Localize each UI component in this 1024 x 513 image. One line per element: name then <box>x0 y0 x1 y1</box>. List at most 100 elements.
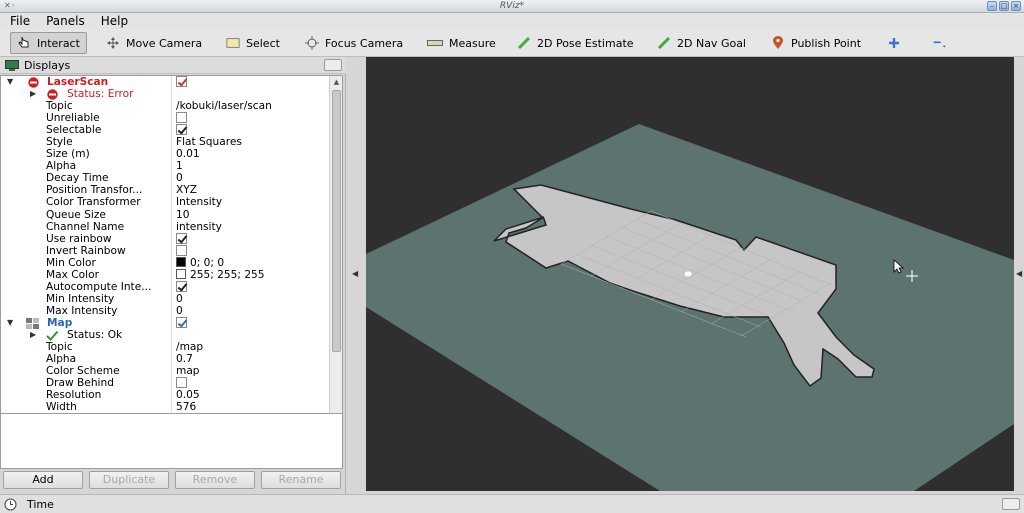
left-splitter[interactable]: ◀ <box>349 57 364 491</box>
property-row[interactable]: Queue Size 10 <box>1 209 330 221</box>
property-row[interactable]: Invert Rainbow <box>1 244 330 257</box>
property-checkbox[interactable] <box>176 377 187 389</box>
tool-2d-nav-goal[interactable]: 2D Nav Goal <box>651 32 752 54</box>
property-value[interactable]: 0 <box>176 172 183 184</box>
property-value[interactable]: map <box>176 365 200 377</box>
property-row[interactable]: Min Color 0; 0; 0 <box>1 256 330 269</box>
property-row[interactable]: Selectable <box>1 124 330 136</box>
property-row[interactable]: Decay Time 0 <box>1 172 330 184</box>
property-row[interactable]: Use rainbow <box>1 232 330 245</box>
tree-scrollbar[interactable]: ▲ ▼ <box>329 76 342 467</box>
property-row[interactable]: Style Flat Squares <box>1 136 330 148</box>
property-checkbox[interactable] <box>176 280 187 293</box>
property-name: Width <box>46 401 77 414</box>
display-map[interactable]: ▼ Map <box>1 316 330 329</box>
minimize-icon[interactable]: – <box>987 1 997 11</box>
menu-panels[interactable]: Panels <box>36 13 91 29</box>
scroll-thumb[interactable] <box>332 90 341 352</box>
property-row[interactable]: Topic/kobuki/laser/scan <box>1 100 330 112</box>
property-value[interactable]: 0 <box>176 293 183 305</box>
property-row[interactable]: Max Color 255; 255; 255 <box>1 268 330 281</box>
property-name: Topic <box>46 341 73 354</box>
laserscan-status[interactable]: ▶ Status: Error <box>1 88 330 100</box>
property-row[interactable]: Alpha 1 <box>1 160 330 172</box>
property-value[interactable]: /map <box>176 341 203 353</box>
property-row[interactable]: Width 576 <box>1 401 330 413</box>
property-value[interactable]: Intensity <box>176 196 222 208</box>
property-value[interactable]: XYZ <box>176 184 197 196</box>
property-value[interactable]: 0.7 <box>176 353 193 365</box>
property-value[interactable]: 0 <box>176 305 183 317</box>
property-name: Unreliable <box>46 112 100 125</box>
property-name: Position Transfor... <box>46 184 143 197</box>
tool-move-camera[interactable]: Move Camera <box>100 32 208 54</box>
property-value[interactable]: 0; 0; 0 <box>176 256 224 269</box>
property-row[interactable]: Max Intensity 0 <box>1 305 330 317</box>
property-row[interactable]: Autocompute Inte... <box>1 280 330 293</box>
map-status[interactable]: ▶ Status: Ok <box>1 329 330 341</box>
property-value[interactable]: 0.01 <box>176 148 200 160</box>
maximize-icon[interactable]: □ <box>999 1 1009 11</box>
property-row[interactable]: Resolution 0.05 <box>1 389 330 401</box>
tool-publish-point[interactable]: Publish Point <box>765 32 867 54</box>
property-value[interactable]: 10 <box>176 209 189 221</box>
collapse-left-icon[interactable]: ◀ <box>352 269 358 278</box>
property-checkbox[interactable] <box>176 112 187 124</box>
property-checkbox[interactable] <box>176 244 187 257</box>
property-row[interactable]: Size (m) 0.01 <box>1 148 330 160</box>
expand-arrow-icon[interactable]: ▶ <box>30 329 36 341</box>
expand-right-icon[interactable]: ◀ <box>1016 269 1022 278</box>
tool-measure[interactable]: Measure <box>421 32 502 54</box>
undock-button[interactable] <box>324 59 342 71</box>
duplicate-button[interactable]: Duplicate <box>89 471 169 489</box>
property-checkbox[interactable] <box>176 124 187 136</box>
property-value[interactable]: intensity <box>176 221 222 233</box>
property-value[interactable]: 1 <box>176 160 183 172</box>
remove-button[interactable]: Remove <box>175 471 255 489</box>
property-checkbox[interactable] <box>176 232 187 245</box>
property-row[interactable]: Position Transfor... XYZ <box>1 184 330 196</box>
property-name: Queue Size <box>46 208 106 221</box>
expand-arrow-icon[interactable]: ▼ <box>7 317 13 329</box>
property-value-text: 10 <box>176 208 190 221</box>
display-laserscan[interactable]: ▼ LaserScan <box>1 76 330 88</box>
property-value[interactable]: 576 <box>176 401 196 413</box>
menu-help[interactable]: Help <box>91 13 134 29</box>
property-row[interactable]: Color Transformer Intensity <box>1 196 330 208</box>
undock-time-button[interactable] <box>1002 498 1020 510</box>
property-value[interactable]: /kobuki/laser/scan <box>176 100 272 112</box>
property-row[interactable]: Draw Behind <box>1 377 330 389</box>
property-row[interactable]: Topic/map <box>1 341 330 353</box>
menu-file[interactable]: File <box>0 13 36 29</box>
displays-tree[interactable]: ▼ LaserScan ▶ Status: Error Topic/kobuki… <box>0 75 343 468</box>
add-tool-button[interactable] <box>881 32 907 54</box>
add-button[interactable]: Add <box>3 471 83 489</box>
property-row[interactable]: Min Intensity 0 <box>1 293 330 305</box>
property-row[interactable]: Channel Name intensity <box>1 221 330 233</box>
expand-arrow-icon[interactable]: ▼ <box>7 76 13 88</box>
window-title: RViz* <box>499 1 525 11</box>
property-value[interactable]: Flat Squares <box>176 136 242 148</box>
close-icon[interactable]: × <box>1011 1 1021 11</box>
property-value-text: Intensity <box>176 196 223 209</box>
laserscan-enabled-checkbox[interactable] <box>176 76 187 88</box>
3d-viewport[interactable] <box>366 57 1014 491</box>
property-value[interactable]: 255; 255; 255 <box>176 268 265 281</box>
property-row[interactable]: Color Scheme map <box>1 365 330 377</box>
expand-arrow-icon[interactable]: ▶ <box>30 88 36 100</box>
property-row[interactable]: Alpha 0.7 <box>1 353 330 365</box>
tool-focus-camera[interactable]: Focus Camera <box>299 32 409 54</box>
nav-goal-icon <box>657 36 671 50</box>
property-value[interactable]: 0.05 <box>176 389 200 401</box>
scroll-up-icon[interactable]: ▲ <box>331 77 342 88</box>
rename-button[interactable]: Rename <box>261 471 341 489</box>
error-icon <box>47 89 58 100</box>
property-row[interactable]: Unreliable <box>1 112 330 124</box>
remove-tool-button[interactable] <box>927 32 953 54</box>
tool-select[interactable]: Select <box>220 32 286 54</box>
map-enabled-checkbox[interactable] <box>176 316 187 329</box>
tool-2d-pose-estimate[interactable]: 2D Pose Estimate <box>511 32 640 54</box>
right-splitter[interactable]: ◀ <box>1014 57 1024 491</box>
tool-interact[interactable]: Interact <box>10 32 87 54</box>
property-name: Resolution <box>46 389 102 402</box>
